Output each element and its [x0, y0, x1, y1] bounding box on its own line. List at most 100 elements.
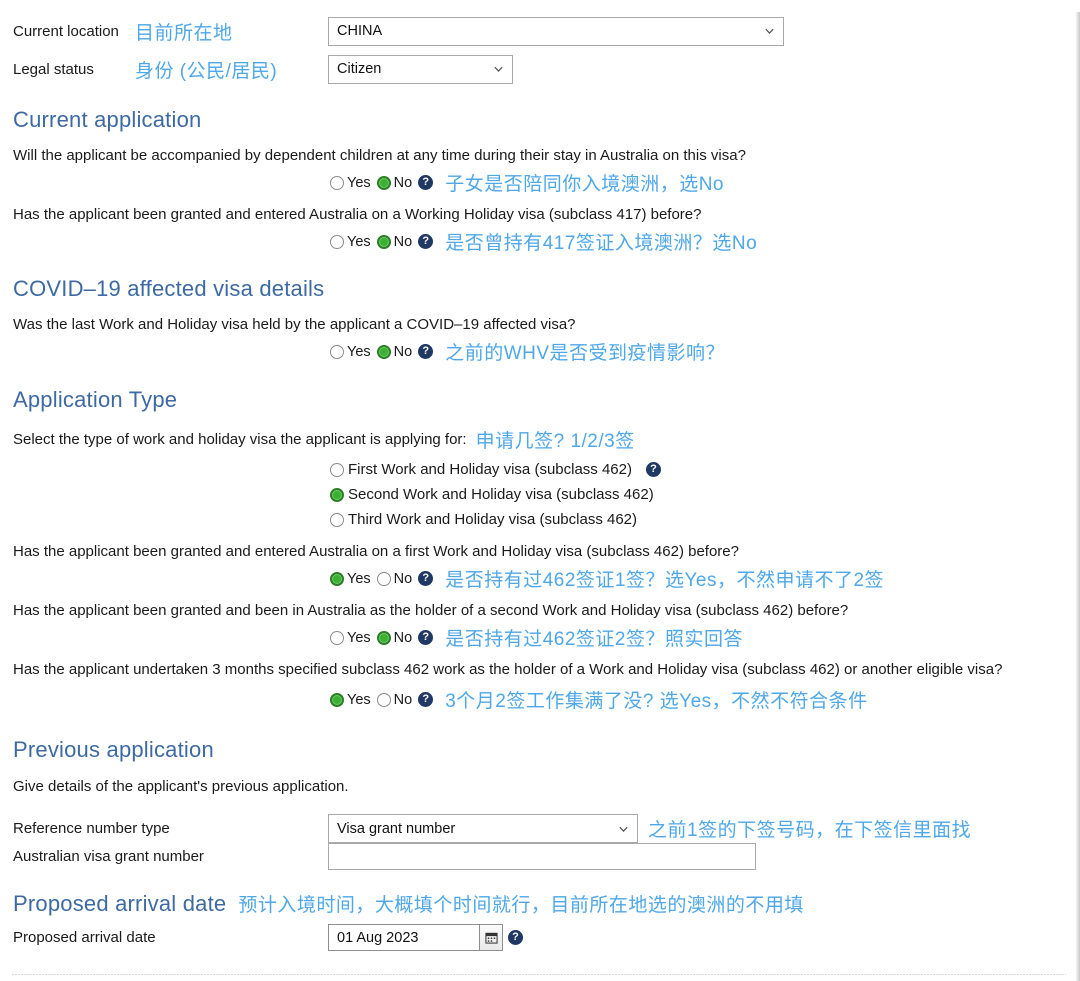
scrollbar-edge[interactable] [1076, 12, 1080, 981]
radio-yes[interactable] [330, 571, 344, 586]
arrival-heading-annotation: 预计入境时间，大概填个时间就行，目前所在地选的澳洲的不用填 [238, 895, 804, 916]
question-annotation: 是否曾持有417签证入境澳洲？选No [445, 233, 758, 254]
section-heading-current-application: Current application [13, 107, 202, 132]
date-input-box[interactable]: 01 Aug 2023 [328, 924, 503, 951]
reference-number-type-label: Reference number type [13, 820, 170, 837]
help-icon[interactable]: ? [418, 344, 434, 359]
legal-status-select[interactable]: Citizen [328, 54, 513, 84]
radio-option-no[interactable]: No [376, 174, 413, 191]
bottom-divider [12, 974, 1066, 975]
radio-option-third-whv[interactable]: Third Work and Holiday visa (subclass 46… [330, 507, 1080, 532]
chevron-down-icon [493, 64, 504, 75]
radio-option-no[interactable]: No [376, 233, 413, 250]
radio-third-whv[interactable] [330, 512, 344, 527]
radio-yes-label: Yes [347, 233, 371, 250]
radio-yes[interactable] [330, 344, 344, 359]
radio-yes[interactable] [330, 175, 344, 190]
reference-number-type-row: Reference number type Visa grant number … [0, 814, 1080, 843]
radio-second-whv[interactable] [330, 487, 344, 502]
visa-application-form: Current location 目前所在地 CHINA Legal statu… [0, 12, 1080, 981]
radio-option-no[interactable]: No [376, 570, 413, 587]
radio-group-first-462-held: Yes No ? 是否持有过462签证1签？选Yes，不然申请不了2签 [0, 565, 1080, 592]
radio-group-covid-affected: Yes No ? 之前的WHV是否受到疫情影响？ [0, 338, 1080, 365]
arrival-heading-row: Proposed arrival date 预计入境时间，大概填个时间就行，目前… [0, 890, 1080, 917]
question-text: Has the applicant been granted and been … [13, 602, 849, 619]
radio-group-417-visa: Yes No ? 是否曾持有417签证入境澳洲？选No [0, 228, 1080, 255]
help-icon[interactable]: ? [646, 462, 661, 477]
radio-option-yes[interactable]: Yes [330, 630, 371, 646]
help-icon[interactable]: ? [508, 930, 523, 945]
current-location-value: CHINA [337, 23, 383, 39]
legal-status-row: Legal status 身份 (公民/居民) Citizen [0, 50, 1080, 88]
help-icon[interactable]: ? [418, 175, 434, 190]
radio-yes[interactable] [330, 630, 344, 645]
radio-option-no[interactable]: No [376, 629, 413, 646]
legal-status-annotation: 身份 (公民/居民) [135, 60, 278, 82]
help-icon[interactable]: ? [418, 692, 434, 707]
radio-yes-label: Yes [347, 629, 371, 646]
radio-option-yes[interactable]: Yes [330, 234, 371, 250]
question-annotation: 是否持有过462签证2签？照实回答 [445, 629, 743, 650]
current-location-annotation: 目前所在地 [135, 22, 233, 44]
radio-option-yes[interactable]: Yes [330, 175, 371, 191]
section-heading-proposed-arrival-date: Proposed arrival date [13, 890, 227, 916]
question-annotation: 3个月2签工作集满了没? 选Yes，不然不符合条件 [445, 691, 868, 712]
proposed-arrival-date-label: Proposed arrival date [13, 929, 156, 946]
radio-group-3-months-specified-work: Yes No ? 3个月2签工作集满了没? 选Yes，不然不符合条件 [0, 686, 1080, 713]
radio-no[interactable] [376, 234, 391, 249]
chevron-down-icon [764, 26, 775, 37]
legal-status-label: Legal status [13, 60, 94, 78]
question-annotation: 之前的WHV是否受到疫情影响？ [445, 343, 726, 364]
radio-no-label: No [393, 570, 413, 587]
proposed-arrival-date-field: 01 Aug 2023 ? [328, 924, 523, 951]
grant-number-row: Australian visa grant number [0, 843, 1080, 870]
help-icon[interactable]: ? [418, 571, 434, 586]
grant-number-label: Australian visa grant number [13, 848, 204, 865]
radio-yes-label: Yes [347, 174, 371, 191]
section-heading-covid: COVID–19 affected visa details [13, 276, 325, 301]
radio-no-label: No [393, 343, 413, 360]
help-icon[interactable]: ? [418, 234, 434, 249]
question-text: Has the applicant been granted and enter… [13, 543, 739, 560]
radio-no[interactable] [376, 692, 391, 707]
current-location-select[interactable]: CHINA [328, 16, 784, 46]
radio-no-label: No [393, 629, 413, 646]
radio-option-second-whv[interactable]: Second Work and Holiday visa (subclass 4… [330, 482, 1080, 507]
radio-no[interactable] [376, 344, 391, 359]
radio-option-yes[interactable]: Yes [330, 692, 371, 708]
help-icon[interactable]: ? [418, 630, 434, 645]
question-annotation: 是否持有过462签证1签？选Yes，不然申请不了2签 [445, 570, 885, 591]
radio-option-yes[interactable]: Yes [330, 344, 371, 360]
radio-no-label: No [393, 233, 413, 250]
radio-yes[interactable] [330, 234, 344, 249]
radio-group-application-type: First Work and Holiday visa (subclass 46… [0, 457, 1080, 532]
radio-yes-label: Yes [347, 570, 371, 587]
radio-no[interactable] [376, 630, 391, 645]
previous-application-intro: Give details of the applicant's previous… [13, 778, 349, 795]
grant-number-input[interactable] [328, 843, 756, 870]
application-type-prompt-row: Select the type of work and holiday visa… [0, 426, 1080, 453]
question-text: Will the applicant be accompanied by dep… [13, 147, 746, 164]
radio-yes-label: Yes [347, 343, 371, 360]
application-type-prompt-annotation: 申请几签? 1/2/3签 [475, 431, 635, 452]
radio-no-label: No [393, 174, 413, 191]
radio-option-no[interactable]: No [376, 343, 413, 360]
reference-number-type-select[interactable]: Visa grant number [328, 814, 638, 843]
chevron-down-icon [618, 823, 629, 834]
radio-option-no[interactable]: No [376, 691, 413, 708]
reference-number-type-annotation: 之前1签的下签号码，在下签信里面找 [648, 820, 972, 841]
radio-first-whv[interactable] [330, 462, 344, 477]
reference-number-type-value: Visa grant number [337, 820, 456, 837]
calendar-icon[interactable] [479, 925, 502, 950]
radio-option-yes[interactable]: Yes [330, 571, 371, 587]
radio-no[interactable] [376, 571, 391, 586]
question-text: Has the applicant undertaken 3 months sp… [13, 661, 1003, 678]
radio-third-whv-label: Third Work and Holiday visa (subclass 46… [348, 511, 638, 528]
radio-no-label: No [393, 691, 413, 708]
question-annotation: 子女是否陪同你入境澳洲，选No [445, 174, 724, 195]
radio-option-first-whv[interactable]: First Work and Holiday visa (subclass 46… [330, 457, 1080, 482]
proposed-arrival-date-row: Proposed arrival date 01 Aug 2023 ? [0, 924, 1080, 951]
proposed-arrival-date-value: 01 Aug 2023 [337, 929, 419, 946]
radio-no[interactable] [376, 175, 391, 190]
radio-yes[interactable] [330, 692, 344, 707]
